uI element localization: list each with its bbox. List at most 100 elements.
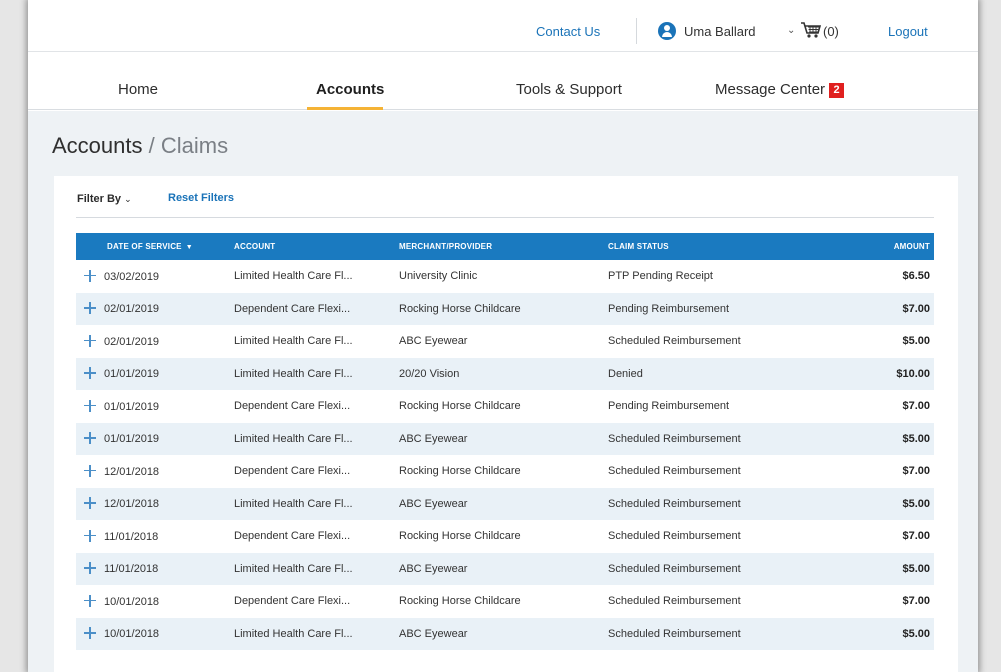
cell-date-text: 10/01/2018 bbox=[104, 628, 160, 641]
cell-status: PTP Pending Receipt bbox=[608, 270, 713, 283]
col-header-date-of-service[interactable]: DATE OF SERVICE ▼ bbox=[76, 233, 234, 260]
expand-plus-icon[interactable] bbox=[84, 269, 96, 282]
expand-plus-icon[interactable] bbox=[84, 399, 96, 412]
cell-date-text: 12/01/2018 bbox=[104, 498, 160, 511]
utility-divider bbox=[636, 18, 637, 44]
expand-plus-icon[interactable] bbox=[84, 562, 96, 575]
table-header-row: DATE OF SERVICE ▼ ACCOUNT MERCHANT/PROVID… bbox=[76, 233, 934, 260]
cell-merchant: ABC Eyewear bbox=[399, 432, 468, 445]
table-row[interactable]: 01/01/2019 Dependent Care Flexi... Rocking… bbox=[76, 390, 934, 423]
cell-date: 12/01/2018 bbox=[76, 488, 234, 521]
cell-account: Limited Health Care Fl... bbox=[234, 367, 353, 380]
cell-amount: $5.00 bbox=[902, 432, 930, 445]
cell-date-text: 01/01/2019 bbox=[104, 433, 160, 446]
logout-link[interactable]: Logout bbox=[888, 24, 928, 39]
expand-plus-icon[interactable] bbox=[84, 464, 96, 477]
expand-plus-icon[interactable] bbox=[84, 367, 96, 380]
cell-date: 01/01/2019 bbox=[76, 390, 234, 423]
cell-amount: $10.00 bbox=[896, 367, 930, 380]
cell-date-text: 01/01/2019 bbox=[104, 400, 160, 413]
nav-message-center-label: Message Center bbox=[715, 81, 826, 98]
cell-status: Scheduled Reimbursement bbox=[608, 627, 741, 640]
filter-by-dropdown[interactable]: Filter By ⌄ bbox=[77, 193, 132, 205]
cell-merchant: ABC Eyewear bbox=[399, 335, 468, 348]
expand-plus-icon[interactable] bbox=[84, 497, 96, 510]
expand-plus-icon[interactable] bbox=[84, 594, 96, 607]
table-row[interactable]: 01/01/2019 Limited Health Care Fl... ABC E… bbox=[76, 422, 934, 456]
nav-home[interactable]: Home bbox=[118, 81, 158, 98]
cell-date-text: 11/01/2018 bbox=[104, 530, 159, 543]
sort-desc-icon[interactable]: ▼ bbox=[186, 244, 193, 251]
col-header-amount[interactable]: AMOUNT bbox=[838, 233, 934, 260]
table-row[interactable]: 12/01/2018 Limited Health Care Fl... ABC E… bbox=[76, 487, 934, 521]
cell-date-text: 12/01/2018 bbox=[104, 465, 160, 478]
user-avatar-icon[interactable] bbox=[658, 22, 676, 40]
expand-plus-icon[interactable] bbox=[84, 302, 96, 315]
cell-amount: $5.00 bbox=[902, 497, 930, 510]
cell-date: 01/01/2019 bbox=[76, 358, 234, 391]
cell-merchant: Rocking Horse Childcare bbox=[399, 465, 521, 478]
cell-account: Dependent Care Flexi... bbox=[234, 530, 351, 543]
cell-merchant: University Clinic bbox=[399, 270, 478, 283]
nav-accounts[interactable]: Accounts bbox=[316, 81, 384, 98]
page-title-separator: / bbox=[142, 133, 161, 158]
cell-status: Scheduled Reimbursement bbox=[608, 497, 741, 510]
utility-bar: Contact Us Uma Ballard ⌄ (0) Logout bbox=[28, 0, 978, 52]
table-row[interactable]: 02/01/2019 Dependent Care Flexi... Rocking… bbox=[76, 292, 934, 325]
chevron-down-icon[interactable]: ⌄ bbox=[787, 25, 795, 36]
table-row[interactable]: 12/01/2018 Dependent Care Flexi... Rocking… bbox=[76, 455, 934, 488]
table-row[interactable]: 02/01/2019 Limited Health Care Fl... ABC E… bbox=[76, 325, 934, 358]
nav-tools-support[interactable]: Tools & Support bbox=[516, 81, 622, 98]
contact-us-link[interactable]: Contact Us bbox=[536, 24, 600, 39]
cell-amount: $7.00 bbox=[902, 530, 930, 543]
chevron-down-icon: ⌄ bbox=[124, 194, 132, 204]
cell-account: Limited Health Care Fl... bbox=[234, 562, 353, 575]
expand-plus-icon[interactable] bbox=[84, 529, 96, 542]
col-header-date-label: DATE OF SERVICE bbox=[107, 242, 182, 251]
user-menu-name[interactable]: Uma Ballard bbox=[684, 24, 756, 39]
col-header-claim-status[interactable]: CLAIM STATUS bbox=[608, 233, 838, 260]
cell-account: Dependent Care Flexi... bbox=[234, 400, 351, 413]
page-body: Accounts / Claims Filter By ⌄ Reset Filt… bbox=[28, 111, 978, 672]
cell-amount: $5.00 bbox=[902, 627, 930, 640]
table-row[interactable]: 11/01/2018 Limited Health Care Fl... ABC E… bbox=[76, 552, 934, 585]
cell-status: Pending Reimbursement bbox=[608, 302, 730, 315]
filter-divider bbox=[76, 217, 934, 218]
nav-active-indicator bbox=[307, 107, 383, 110]
table-row[interactable]: 11/01/2018 Dependent Care Flexi... Rocking… bbox=[76, 520, 934, 553]
cell-account: Limited Health Care Fl... bbox=[234, 335, 353, 348]
cell-account: Dependent Care Flexi... bbox=[234, 302, 351, 315]
cell-merchant: Rocking Horse Childcare bbox=[399, 302, 521, 315]
cell-date-text: 02/01/2019 bbox=[104, 303, 160, 316]
col-header-account[interactable]: ACCOUNT bbox=[234, 233, 399, 260]
expand-plus-icon[interactable] bbox=[84, 334, 96, 347]
cell-status: Scheduled Reimbursement bbox=[608, 595, 741, 608]
cell-date: 01/01/2019 bbox=[76, 423, 234, 456]
cell-merchant: Rocking Horse Childcare bbox=[399, 595, 521, 608]
cell-merchant: 20/20 Vision bbox=[399, 367, 460, 380]
cell-amount: $7.00 bbox=[902, 465, 930, 478]
cell-account: Limited Health Care Fl... bbox=[234, 270, 353, 283]
cell-amount: $7.00 bbox=[902, 400, 930, 413]
expand-plus-icon[interactable] bbox=[84, 432, 96, 445]
cell-status: Scheduled Reimbursement bbox=[608, 530, 741, 543]
table-row[interactable]: 10/01/2018 Limited Health Care Fl... ABC E… bbox=[76, 617, 934, 650]
table-row[interactable]: 03/02/2019 Limited Health Care Fl... Unive… bbox=[76, 260, 934, 293]
cell-merchant: ABC Eyewear bbox=[399, 562, 468, 575]
cell-date-text: 11/01/2018 bbox=[104, 563, 159, 576]
cart-icon[interactable] bbox=[800, 21, 822, 39]
cell-merchant: Rocking Horse Childcare bbox=[399, 530, 521, 543]
nav-message-center[interactable]: Message Center 2 bbox=[715, 81, 845, 98]
cell-amount: $7.00 bbox=[902, 302, 930, 315]
main-nav: Home Accounts Tools & Support Message Ce… bbox=[28, 52, 978, 110]
cell-merchant: Rocking Horse Childcare bbox=[399, 400, 521, 413]
expand-plus-icon[interactable] bbox=[84, 627, 96, 640]
cell-account: Limited Health Care Fl... bbox=[234, 627, 353, 640]
reset-filters-link[interactable]: Reset Filters bbox=[168, 192, 234, 204]
message-count-badge: 2 bbox=[829, 83, 845, 98]
table-row[interactable]: 10/01/2018 Dependent Care Flexi... Rocking… bbox=[76, 585, 934, 618]
table-row[interactable]: 01/01/2019 Limited Health Care Fl... 20/20… bbox=[76, 357, 934, 391]
col-header-merchant-provider[interactable]: MERCHANT/PROVIDER bbox=[399, 233, 608, 260]
cell-date-text: 03/02/2019 bbox=[104, 270, 160, 283]
cart-count[interactable]: (0) bbox=[823, 24, 839, 39]
